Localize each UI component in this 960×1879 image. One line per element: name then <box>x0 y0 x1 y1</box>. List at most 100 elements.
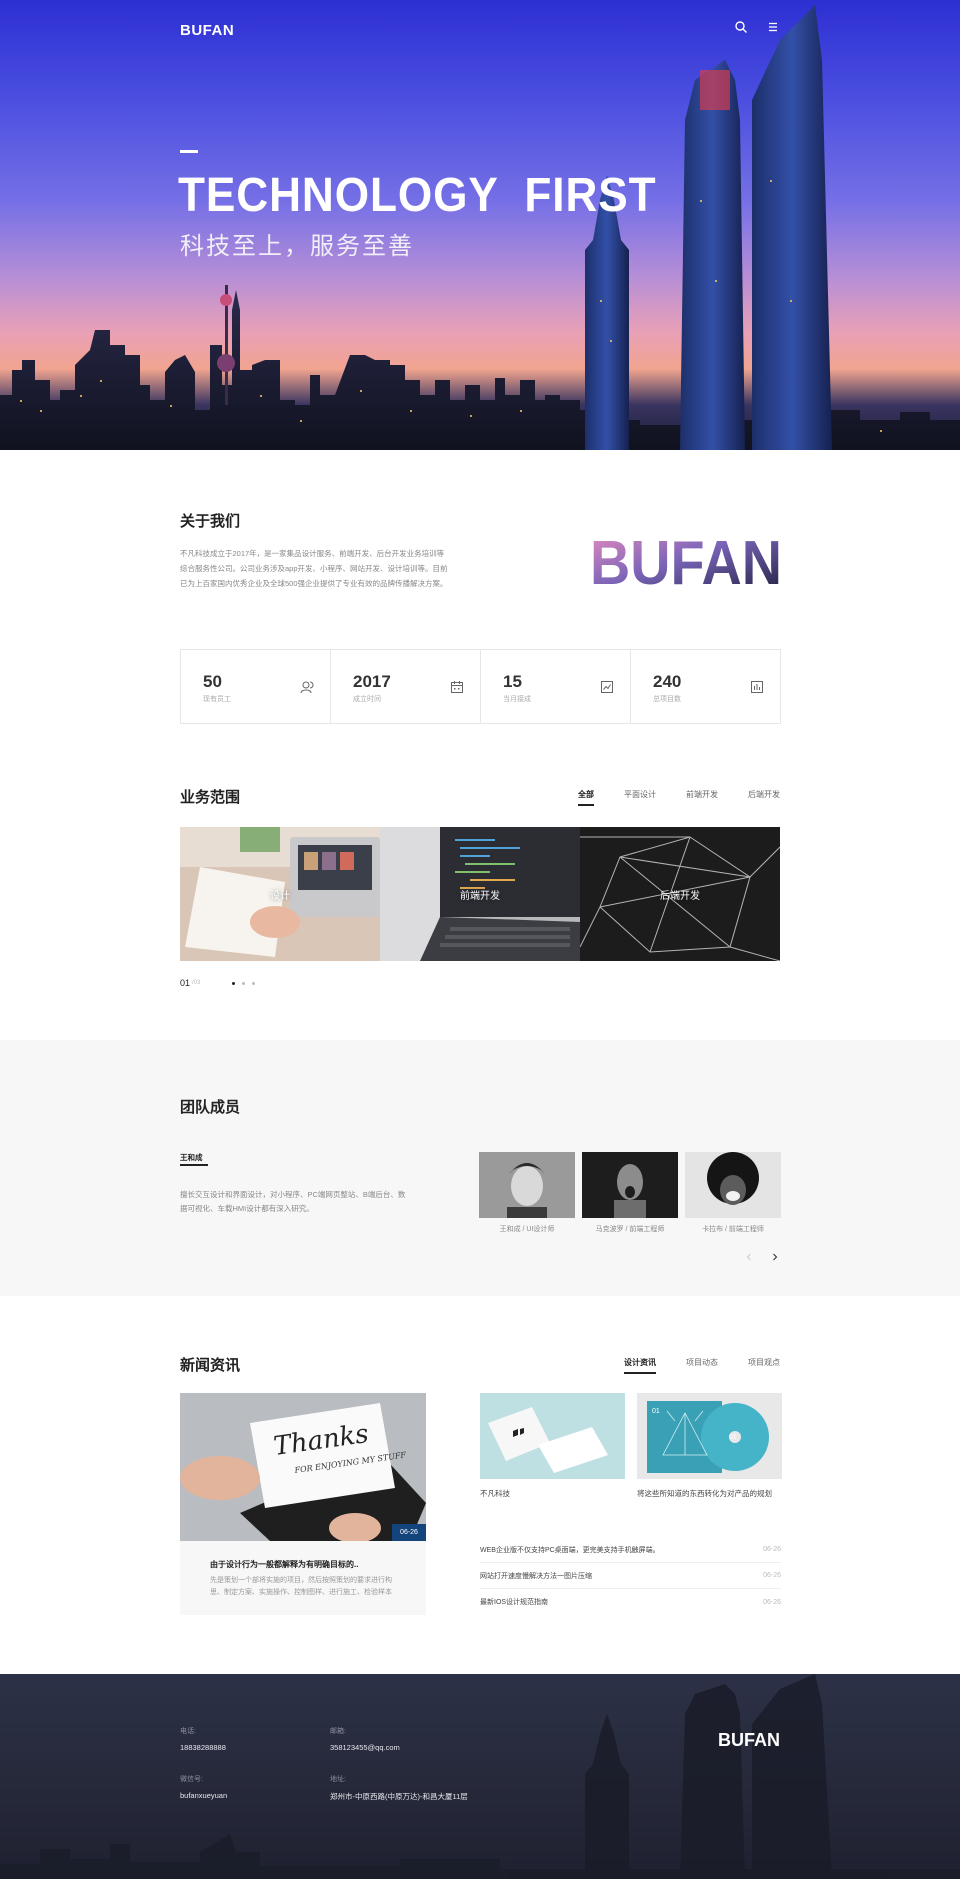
menu-icon[interactable] <box>766 20 780 34</box>
featured-news-card[interactable]: Thanks FOR ENJOYING MY STUFF 06-26 由于设计行… <box>180 1393 426 1615</box>
service-card-backend[interactable]: 后端开发 <box>580 827 780 961</box>
tab-frontend[interactable]: 前端开发 <box>686 789 718 800</box>
team-navigation <box>744 1252 780 1262</box>
address-value: 郑州市-中原西路(中原万达)-和昌大厦11层 <box>330 1792 468 1801</box>
team-title: 团队成员 <box>180 1099 241 1116</box>
pager-dot[interactable] <box>252 981 256 985</box>
footer-logo[interactable]: BUFAN <box>718 1730 780 1751</box>
cd-cover-photo: 01 01 <box>637 1393 782 1479</box>
footer-skyline-image <box>0 1674 960 1879</box>
bufan-logo-text: BUFAN <box>590 529 782 592</box>
header-actions <box>734 20 780 34</box>
stat-label: 总项目数 <box>653 696 681 703</box>
tab-design-news[interactable]: 设计资讯 <box>624 1357 656 1374</box>
news-item-date: 06-26 <box>763 1598 781 1606</box>
services-tabs: 全部 平面设计 前端开发 后端开发 <box>578 789 780 806</box>
stat-founded: 2017 成立时间 <box>331 650 481 723</box>
member-caption: 王和成 / UI设计师 <box>499 1226 555 1233</box>
email-value[interactable]: 358123455@qq.com <box>330 1743 400 1752</box>
hero-banner: BUFAN TECHNOLOGY FIRST 科技至上，服务至善 <box>0 0 960 450</box>
hero-title: TECHNOLOGY FIRST <box>178 169 657 222</box>
stat-employees: 50 现有员工 <box>181 650 331 723</box>
stat-label: 当月接成 <box>503 696 531 703</box>
footer: 电话: 18838288888 邮箱: 358123455@qq.com 微信号… <box>0 1674 960 1879</box>
stat-number: 240 <box>653 672 682 691</box>
services-carousel: 设计 前端开发 后端开发 <box>180 827 780 961</box>
service-card-label: 后端开发 <box>660 891 700 902</box>
wechat-value: bufanxueyuan <box>180 1791 228 1800</box>
address-label: 地址: <box>330 1776 346 1783</box>
service-card-label: 设计 <box>270 891 290 902</box>
site-logo[interactable]: BUFAN <box>180 22 234 39</box>
about-text: 不凡科技成立于2017年，是一家集品设计服务、前端开发、后台开发业务培训等综合服… <box>180 549 448 588</box>
phone-value[interactable]: 18838288888 <box>180 1743 226 1752</box>
email-label: 邮箱: <box>330 1728 346 1735</box>
news-list: WEB企业版不仅支持PC桌面端，更完美支持手机触屏端。 06-26 网站打开速度… <box>480 1537 781 1615</box>
pager-dot[interactable] <box>242 981 246 985</box>
team-member-card[interactable]: 卡拉布 / 前端工程师 <box>685 1152 781 1234</box>
chevron-right-icon[interactable] <box>770 1252 780 1262</box>
hero-accent-dash <box>180 150 198 153</box>
team-member-card[interactable]: 王和成 / UI设计师 <box>479 1152 575 1234</box>
user-icon <box>300 681 314 694</box>
footer-phone: 电话: 18838288888 <box>180 1726 226 1752</box>
news-item-date: 06-26 <box>763 1546 781 1553</box>
news-date-badge: 06-26 <box>392 1524 426 1541</box>
hero-subtitle: 科技至上，服务至善 <box>180 233 414 260</box>
wechat-label: 微信号: <box>180 1776 203 1783</box>
pager-current: 01 <box>180 978 191 988</box>
news-item-title: 网站打开速度慢解决方法一图片压缩 <box>480 1572 592 1580</box>
news-thumbnails: 不凡科技 01 01 将这些所知道的东西转化为对产品的规划 <box>480 1393 782 1499</box>
svg-text:01: 01 <box>729 1434 737 1441</box>
tab-backend[interactable]: 后端开发 <box>748 789 780 800</box>
stat-projects: 240 总项目数 <box>631 650 780 723</box>
trend-icon <box>601 681 613 693</box>
team-avatars: 王和成 / UI设计师 马克波罗 / 前端工程师 卡拉布 / 前端工程师 <box>479 1152 781 1234</box>
news-item-date: 06-26 <box>763 1572 781 1579</box>
footer-address: 地址: 郑州市-中原西路(中原万达)-和昌大厦11层 <box>330 1774 468 1802</box>
news-list-item[interactable]: WEB企业版不仅支持PC桌面端，更完美支持手机触屏端。 06-26 <box>480 1537 781 1563</box>
stat-number: 2017 <box>353 672 391 691</box>
city-skyline-image <box>0 5 960 450</box>
stat-label: 现有员工 <box>203 696 231 703</box>
service-card-label: 前端开发 <box>460 891 500 902</box>
featured-news-title[interactable]: 由于设计行为一般都解释为有明确目标的.. <box>210 1559 358 1570</box>
member-photo <box>685 1152 781 1218</box>
carousel-pager: 01 /03 <box>180 978 256 988</box>
business-card-photo <box>480 1393 625 1479</box>
news-item-title: 最新IOS设计规范指南 <box>480 1599 549 1606</box>
member-photo <box>582 1152 678 1218</box>
chevron-left-icon[interactable] <box>744 1252 754 1262</box>
pager-total: /03 <box>192 980 201 986</box>
service-card-design[interactable]: 设计 <box>180 827 380 961</box>
calendar-icon <box>451 681 463 693</box>
news-list-item[interactable]: 最新IOS设计规范指南 06-26 <box>480 1589 781 1615</box>
pager-dots <box>232 981 256 985</box>
service-card-frontend[interactable]: 前端开发 <box>380 827 580 961</box>
news-tabs: 设计资讯 项目动态 项目观点 <box>624 1357 780 1374</box>
thumb-caption: 将这些所知道的东西转化为对产品的规划 <box>637 1489 772 1498</box>
search-icon[interactable] <box>734 20 748 34</box>
member-photo <box>479 1152 575 1218</box>
news-thumb-card[interactable]: 不凡科技 <box>480 1393 625 1499</box>
tab-all[interactable]: 全部 <box>578 789 594 806</box>
tab-project-updates[interactable]: 项目动态 <box>686 1357 718 1368</box>
member-name: 王和成 <box>180 1153 203 1162</box>
stat-number: 15 <box>503 672 522 691</box>
member-caption: 卡拉布 / 前端工程师 <box>702 1226 764 1233</box>
pager-dot[interactable] <box>232 981 236 985</box>
chart-icon <box>751 681 763 693</box>
tab-project-views[interactable]: 项目观点 <box>748 1357 780 1368</box>
stat-monthly: 15 当月接成 <box>481 650 631 723</box>
member-description: 擅长交互设计和界面设计，对小程序、PC端网页整站、B端后台、数据可视化、车载HM… <box>180 1190 406 1213</box>
tab-graphic-design[interactable]: 平面设计 <box>624 789 656 800</box>
news-list-item[interactable]: 网站打开速度慢解决方法一图片压缩 06-26 <box>480 1563 781 1589</box>
thumb-caption: 不凡科技 <box>480 1489 510 1498</box>
phone-label: 电话: <box>180 1728 196 1735</box>
member-caption: 马克波罗 / 前端工程师 <box>595 1226 665 1233</box>
svg-text:01: 01 <box>652 1408 660 1415</box>
news-thumb-card[interactable]: 01 01 将这些所知道的东西转化为对产品的规划 <box>637 1393 782 1499</box>
bufan-image-logo: BUFAN <box>590 529 782 592</box>
team-member-card[interactable]: 马克波罗 / 前端工程师 <box>582 1152 678 1234</box>
news-title: 新闻资讯 <box>180 1357 241 1374</box>
